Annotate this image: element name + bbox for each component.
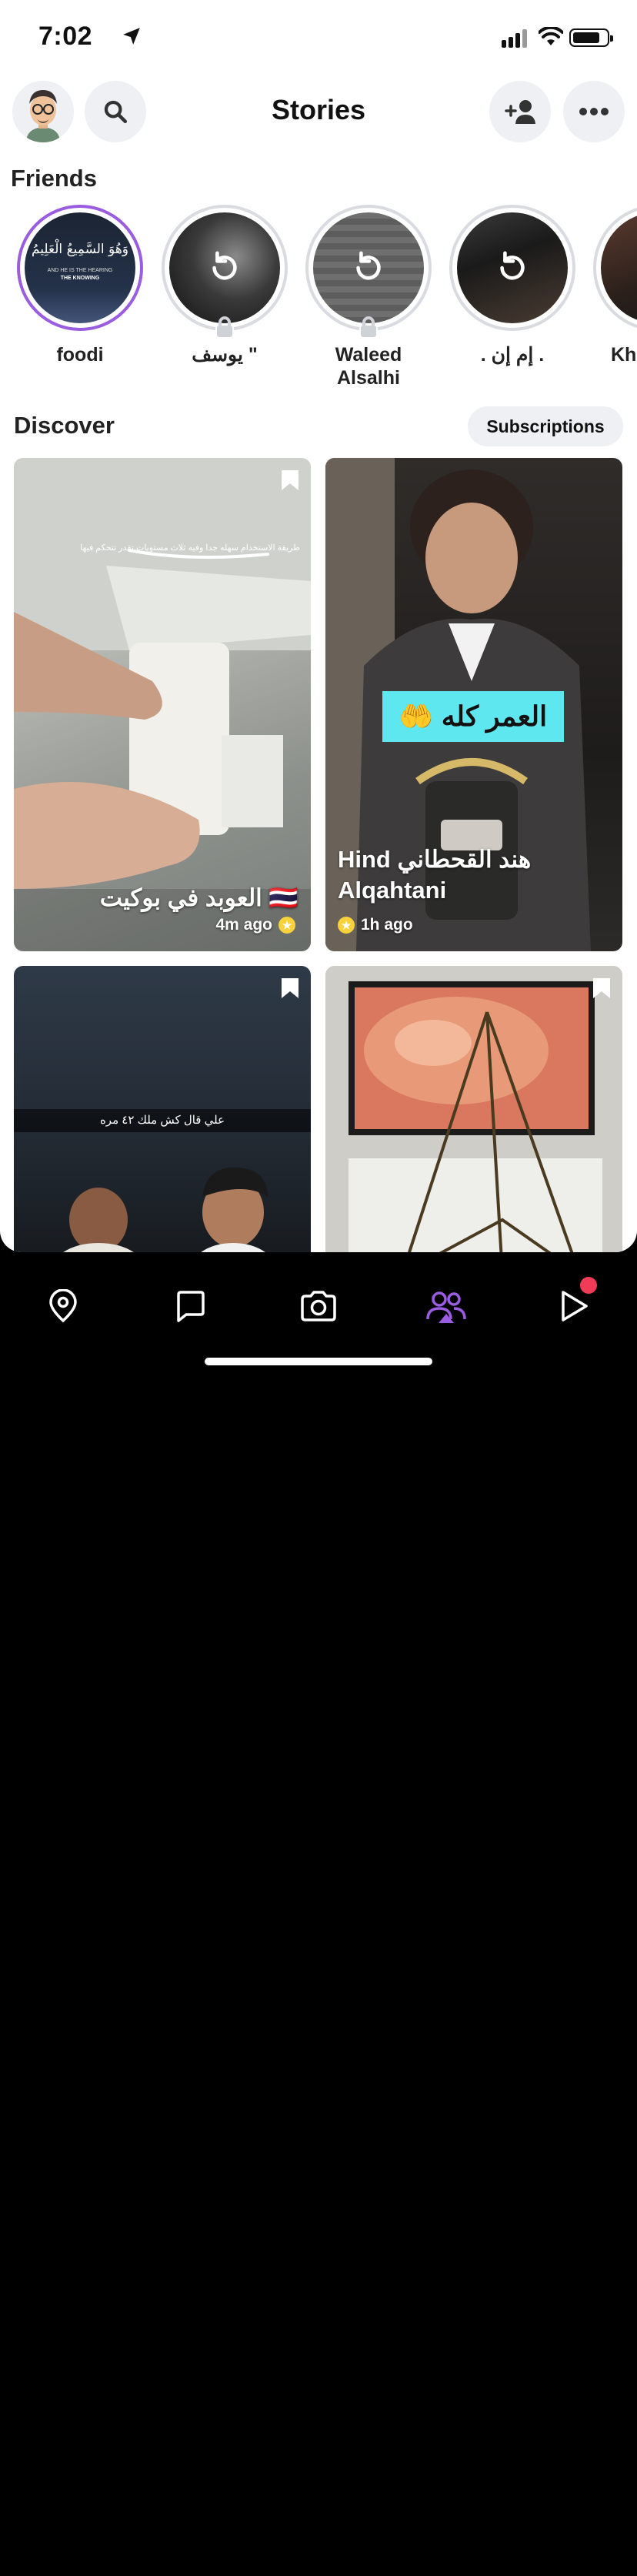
tile-overlay-text: علي قال كش ملك ٤٢ مره	[99, 1114, 225, 1127]
story-ring-unviewed: وَهُوَ السَّمِيعُ الْعَلِيمُ AND HE IS T…	[17, 205, 143, 331]
nav-spotlight-button[interactable]	[551, 1277, 597, 1329]
friend-story-mn[interactable]: . إم إن .	[449, 205, 575, 366]
play-icon	[562, 1291, 588, 1321]
cellular-signal-icon	[502, 29, 527, 48]
tile-title: العوبد في بوكيت 🇹🇭	[99, 884, 298, 911]
camera-icon	[301, 1291, 336, 1321]
discover-tile[interactable]: علي قال كش ملك ٤٢ مره	[14, 966, 311, 1252]
story-caption-line2: THE KNOWING	[60, 276, 100, 281]
story-ring-viewed	[593, 205, 637, 331]
lock-icon	[359, 316, 378, 339]
bookmark-icon[interactable]	[592, 977, 612, 1000]
bookmark-icon[interactable]	[280, 469, 300, 492]
tile-overlay-text: طريقة الاستخدام سهله جدا وفيه ثلاث مستوي…	[80, 543, 300, 553]
header: Stories	[0, 81, 637, 144]
location-arrow-icon	[123, 28, 140, 45]
story-ring-viewed	[449, 205, 575, 331]
more-options-button[interactable]	[563, 81, 625, 142]
friend-name: foodi	[56, 344, 104, 366]
story-ring-viewed	[305, 205, 432, 339]
home-indicator	[205, 1358, 432, 1365]
story-arabic-caption: وَهُوَ السَّمِيعُ الْعَلِيمُ	[31, 242, 128, 257]
nav-camera-button[interactable]	[295, 1283, 342, 1329]
status-time: 7:02	[38, 22, 93, 51]
story-caption-line1: AND HE IS THE HEARING	[47, 268, 113, 273]
tile-image	[325, 966, 622, 1252]
friend-name: يوسف "	[192, 344, 258, 366]
more-dots-icon	[579, 108, 609, 115]
discover-tile[interactable]: طريقة الاستخدام سهله جدا وفيه ثلاث مستوي…	[14, 458, 311, 951]
story-thumbnail	[601, 212, 637, 323]
discover-tile[interactable]: العمر كله 🤲 Hind هند القحطاني Alqahtani …	[325, 458, 622, 951]
stories-screen: 7:02 Stories Friends وَهُوَ السَّمِيعُ ا…	[0, 0, 637, 1252]
tile-time: 4m ago	[215, 916, 272, 934]
friend-name: Waleed Alsalhi	[335, 344, 402, 389]
add-friend-icon	[505, 100, 535, 124]
tile-image	[14, 1109, 311, 1252]
bookmark-icon[interactable]	[280, 977, 300, 1000]
star-badge-icon: ★	[278, 917, 295, 934]
friend-story-waleed[interactable]: Waleed Alsalhi	[305, 205, 432, 389]
active-tab-indicator	[439, 1314, 454, 1323]
tile-image	[14, 458, 311, 951]
discover-tile[interactable]	[325, 966, 622, 1252]
story-thumbnail	[457, 212, 568, 323]
friend-story-foodi[interactable]: وَهُوَ السَّمِيعُ الْعَلِيمُ AND HE IS T…	[17, 205, 143, 366]
friends-section-title: Friends	[11, 165, 97, 192]
map-pin-icon	[49, 1289, 77, 1323]
replay-icon	[212, 251, 237, 280]
wifi-icon	[539, 27, 563, 45]
nav-chat-button[interactable]	[168, 1283, 214, 1329]
friend-name: Kh	[611, 344, 637, 366]
story-thumbnail	[169, 212, 280, 323]
chat-icon	[177, 1291, 205, 1322]
tile-meta: ★ 1h ago	[338, 916, 413, 934]
battery-icon	[569, 28, 613, 47]
replay-icon	[356, 251, 381, 280]
status-bar: 7:02	[0, 0, 637, 77]
tile-title: Hind هند القحطاني Alqahtani	[338, 846, 532, 904]
tile-time: 1h ago	[361, 916, 413, 934]
star-badge-icon: ★	[338, 917, 355, 934]
friend-story-kh[interactable]: Kh	[593, 205, 637, 366]
friend-name: . إم إن .	[480, 344, 545, 366]
nav-map-button[interactable]	[40, 1283, 86, 1329]
story-thumbnail	[313, 212, 424, 323]
tile-meta: 4m ago ★	[215, 916, 295, 934]
discover-section-title: Discover	[14, 412, 115, 439]
subscriptions-button[interactable]: Subscriptions	[468, 406, 623, 446]
lock-icon	[215, 316, 234, 339]
friend-story-yousef[interactable]: يوسف "	[162, 205, 288, 366]
story-thumbnail: وَهُوَ السَّمِيعُ الْعَلِيمُ AND HE IS T…	[25, 212, 135, 323]
tile-overlay-caption: العمر كله 🤲	[382, 691, 564, 742]
replay-icon	[500, 251, 525, 280]
story-ring-viewed	[162, 205, 288, 339]
notification-dot	[580, 1277, 597, 1294]
add-friend-button[interactable]	[489, 81, 551, 142]
active-indicator-icon	[438, 2565, 453, 2576]
friends-stories-row: وَهُوَ السَّمِيعُ الْعَلِيمُ AND HE IS T…	[0, 205, 637, 397]
